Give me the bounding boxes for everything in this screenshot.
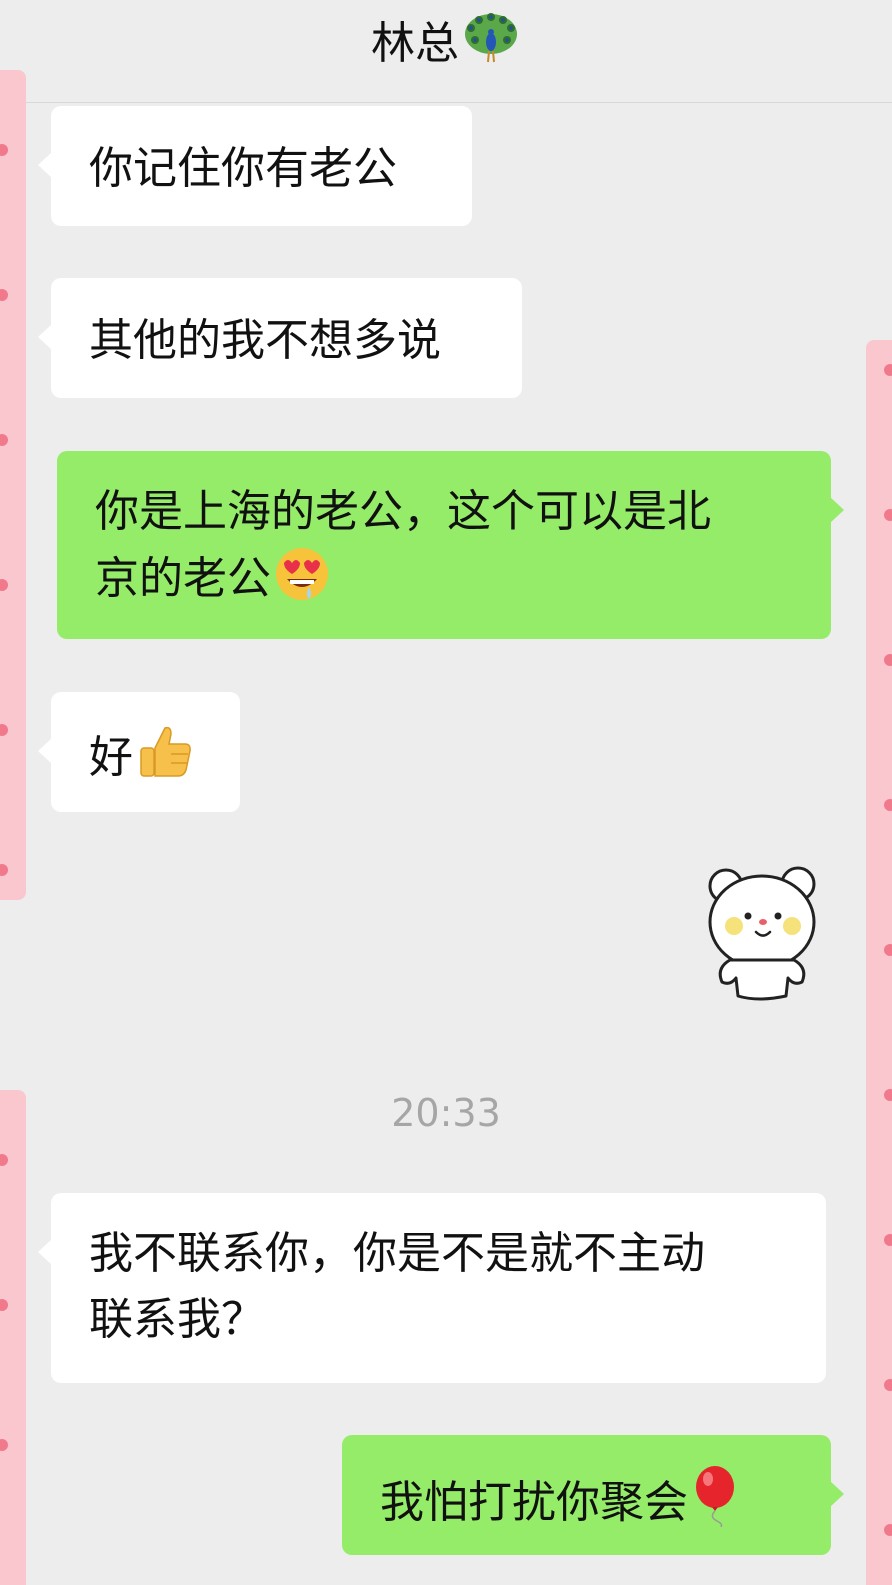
white-bear-sticker[interactable] [700,860,825,1010]
red-balloon-icon [696,1466,734,1527]
message-bubble-outgoing[interactable]: 你是上海的老公，这个可以是北 京的老公 [57,451,844,639]
message-text-line-1: 我不联系你，你是不是就不主动 [89,1228,705,1279]
message-bubble-incoming[interactable]: 其他的我不想多说 [38,278,522,398]
thumbs-up-icon [140,726,191,777]
message-text-line-1: 你是上海的老公，这个可以是北 [95,486,711,537]
redaction-strip-right [866,340,892,1585]
chat-title[interactable]: 林总 [0,12,892,72]
chat-title-text: 林总 [371,18,459,69]
message-text-line-2: 京的老公 [95,553,271,604]
chat-header: 林总 [0,0,892,103]
message-bubble-incoming[interactable]: 我不联系你，你是不是就不主动 联系我？ [38,1193,826,1383]
redaction-strip-left-bottom [0,1090,26,1585]
message-bubble-outgoing[interactable]: 我怕打扰你聚会 [342,1435,844,1555]
message-timestamp: 20:33 [391,1091,501,1135]
heart-eyes-drool-icon [276,548,328,600]
message-text: 我怕打扰你聚会 [380,1477,688,1528]
message-text-line-2-row: 京的老公 [95,545,793,612]
message-text-line-2: 联系我？ [89,1294,265,1345]
message-bubble-incoming[interactable]: 好 [38,692,240,812]
message-text: 好 [89,732,133,783]
peacock-icon [465,13,517,63]
message-bubble-incoming[interactable]: 你记住你有老公 [38,106,472,226]
redaction-strip-left-top [0,70,26,900]
message-text: 你记住你有老公 [89,143,397,194]
message-text: 其他的我不想多说 [89,315,441,366]
